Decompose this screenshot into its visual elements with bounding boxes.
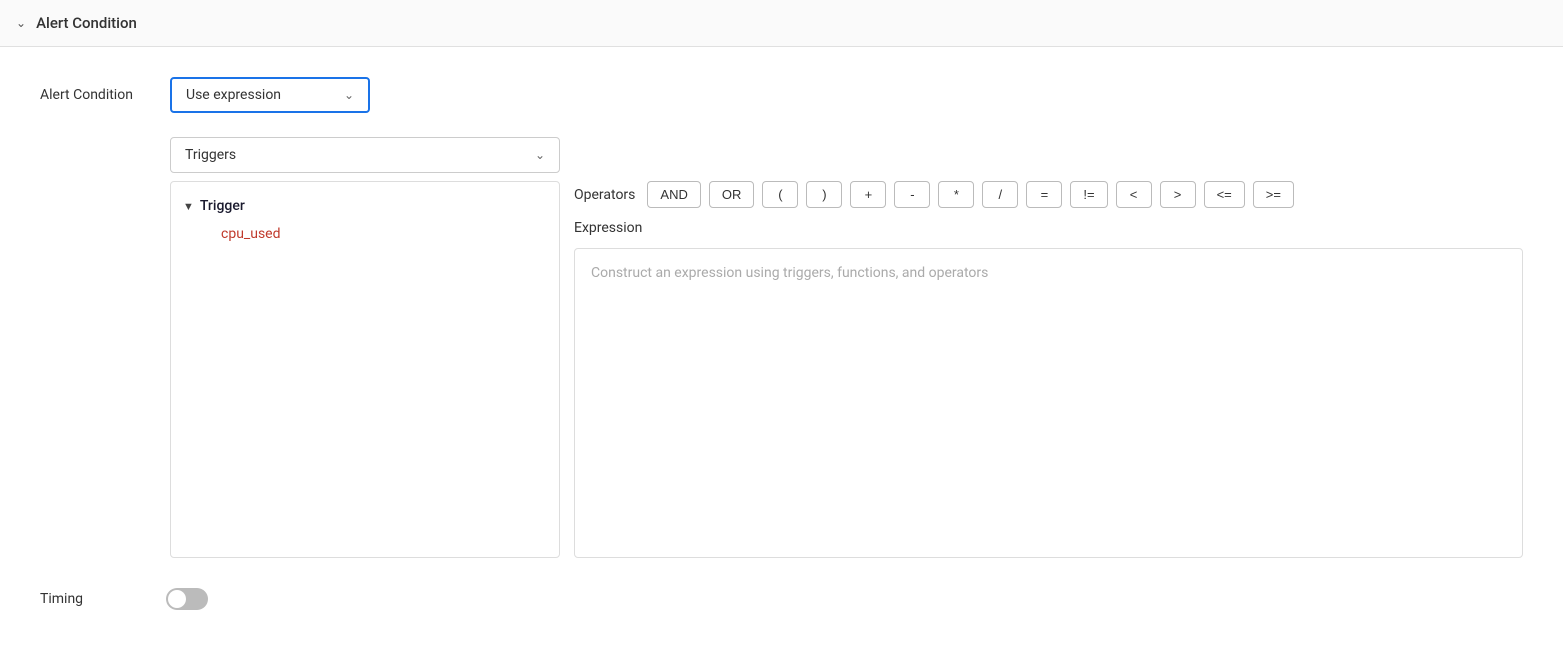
- trigger-expand-icon: ▼: [183, 200, 194, 213]
- section-header-title: Alert Condition: [36, 14, 137, 32]
- operator-greater-than-button[interactable]: >: [1160, 181, 1196, 208]
- section-chevron-icon: ⌄: [16, 16, 26, 30]
- trigger-tree-item[interactable]: ▼ Trigger: [183, 198, 547, 214]
- operator-not-equals-button[interactable]: !=: [1070, 181, 1107, 208]
- operator-equals-button[interactable]: =: [1026, 181, 1062, 208]
- triggers-row: Triggers ⌄: [170, 137, 1523, 173]
- page-container: ⌄ Alert Condition Alert Condition Use ex…: [0, 0, 1563, 672]
- triggers-select[interactable]: Triggers ⌄: [170, 137, 560, 173]
- operators-label: Operators: [574, 187, 635, 203]
- operators-row: Operators AND OR ( ) + - * / = != < > <=…: [574, 181, 1523, 208]
- timing-label: Timing: [40, 591, 150, 607]
- section-header[interactable]: ⌄ Alert Condition: [0, 0, 1563, 47]
- expression-panel: Operators AND OR ( ) + - * / = != < > <=…: [574, 181, 1523, 558]
- main-content: Alert Condition Use expression ⌄ Trigger…: [0, 47, 1563, 640]
- trigger-child-item[interactable]: cpu_used: [221, 226, 547, 242]
- operator-open-paren-button[interactable]: (: [762, 181, 798, 208]
- triggers-select-label: Triggers: [185, 147, 236, 163]
- expression-placeholder: Construct an expression using triggers, …: [591, 265, 988, 281]
- operator-greater-equal-button[interactable]: >=: [1253, 181, 1294, 208]
- bottom-panel: ▼ Trigger cpu_used Operators AND OR ( ) …: [170, 181, 1523, 558]
- alert-condition-select-value: Use expression: [186, 87, 281, 103]
- triggers-chevron-icon: ⌄: [535, 148, 545, 162]
- timing-toggle[interactable]: [166, 588, 208, 610]
- operator-less-equal-button[interactable]: <=: [1204, 181, 1245, 208]
- operator-plus-button[interactable]: +: [850, 181, 886, 208]
- alert-condition-label: Alert Condition: [40, 87, 150, 103]
- alert-condition-row: Alert Condition Use expression ⌄: [40, 77, 1523, 113]
- operator-minus-button[interactable]: -: [894, 181, 930, 208]
- expression-label: Expression: [574, 220, 1523, 236]
- operator-divide-button[interactable]: /: [982, 181, 1018, 208]
- trigger-child-label: cpu_used: [221, 226, 281, 242]
- expression-textarea-container[interactable]: Construct an expression using triggers, …: [574, 248, 1523, 558]
- alert-condition-select[interactable]: Use expression ⌄: [170, 77, 370, 113]
- trigger-tree-label: Trigger: [200, 198, 245, 214]
- operator-or-button[interactable]: OR: [709, 181, 755, 208]
- alert-condition-chevron-icon: ⌄: [344, 88, 354, 102]
- operator-multiply-button[interactable]: *: [938, 181, 974, 208]
- trigger-tree-panel: ▼ Trigger cpu_used: [170, 181, 560, 558]
- operator-less-than-button[interactable]: <: [1116, 181, 1152, 208]
- operator-close-paren-button[interactable]: ): [806, 181, 842, 208]
- operator-and-button[interactable]: AND: [647, 181, 700, 208]
- timing-row: Timing: [40, 588, 1523, 610]
